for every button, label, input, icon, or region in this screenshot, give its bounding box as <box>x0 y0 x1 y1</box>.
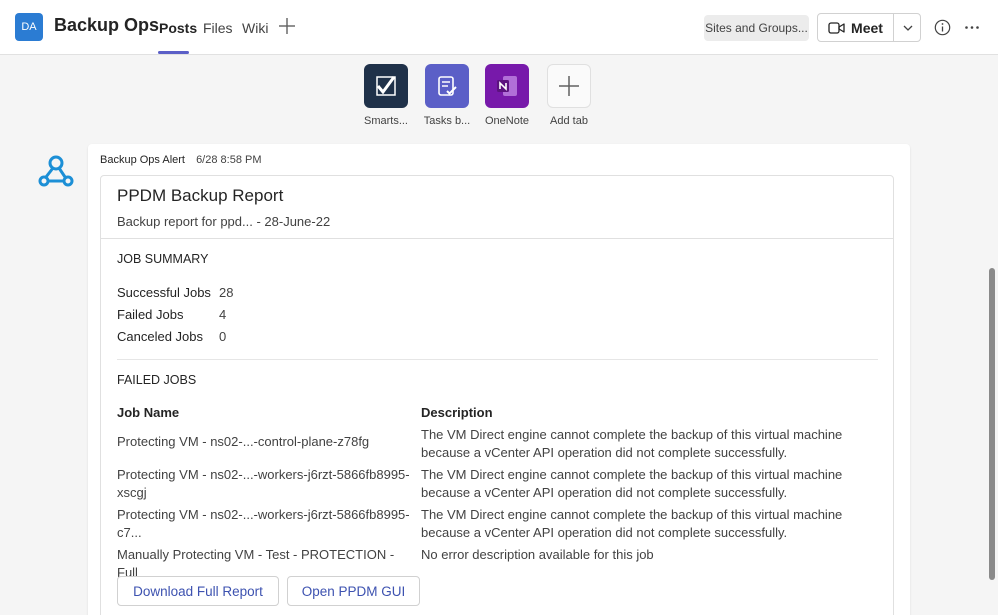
job-summary-heading: JOB SUMMARY <box>117 252 209 266</box>
table-row-job: Protecting VM - ns02-...-workers-j6rzt-5… <box>117 467 410 500</box>
download-full-report-button[interactable]: Download Full Report <box>117 576 279 606</box>
app-smartsheet[interactable]: Smarts... <box>358 64 414 127</box>
info-icon[interactable] <box>934 19 951 36</box>
table-row-job: Protecting VM - ns02-...-control-plane-z… <box>117 434 370 449</box>
smartsheet-icon <box>364 64 408 108</box>
app-header: DA Backup Ops Posts Files Wiki Sites and… <box>0 0 998 55</box>
message-meta: Backup Ops Alert 6/28 8:58 PM <box>100 154 262 166</box>
app-label: OneNote <box>484 115 530 127</box>
tab-wiki[interactable]: Wiki <box>242 20 268 36</box>
tab-files[interactable]: Files <box>203 20 233 36</box>
meet-button[interactable]: Meet <box>818 14 893 41</box>
table-row-description: No error description available for this … <box>421 547 654 562</box>
sites-and-groups-button[interactable]: Sites and Groups... <box>704 15 809 41</box>
column-header-description: Description <box>421 405 493 420</box>
app-tasks[interactable]: Tasks b... <box>419 64 475 127</box>
failed-jobs-heading: FAILED JOBS <box>117 373 197 387</box>
chevron-down-icon <box>903 25 912 31</box>
active-tab-indicator <box>158 51 189 54</box>
meet-button-group: Meet <box>817 13 921 42</box>
team-avatar[interactable]: DA <box>15 13 43 41</box>
summary-label-successful: Successful Jobs <box>117 285 211 300</box>
card-subtitle: Backup report for ppd... - 28-June-22 <box>117 214 331 229</box>
app-onenote[interactable]: OneNote <box>479 64 535 127</box>
app-label: Smarts... <box>363 115 408 127</box>
section-divider <box>117 359 878 360</box>
card-title: PPDM Backup Report <box>117 186 284 205</box>
table-row-job: Protecting VM - ns02-...-workers-j6rzt-5… <box>117 507 410 540</box>
more-options-icon[interactable] <box>964 19 980 36</box>
scrollbar-thumb[interactable] <box>989 268 995 580</box>
app-label: Add tab <box>550 115 588 127</box>
message-sender[interactable]: Backup Ops Alert <box>100 154 185 166</box>
summary-label-canceled: Canceled Jobs <box>117 329 203 344</box>
meet-options-button[interactable] <box>894 14 921 41</box>
table-row-description: The VM Direct engine cannot complete the… <box>421 507 843 540</box>
app-add-tab[interactable]: Add tab <box>541 64 597 127</box>
video-camera-icon <box>828 21 845 34</box>
plus-icon <box>547 64 591 108</box>
column-header-job-name: Job Name <box>117 405 180 420</box>
summary-value-failed: 4 <box>219 307 227 322</box>
open-ppdm-gui-button[interactable]: Open PPDM GUI <box>287 576 420 606</box>
table-row-description: The VM Direct engine cannot complete the… <box>421 427 843 460</box>
adaptive-card: PPDM Backup Report Backup report for ppd… <box>100 175 894 615</box>
tasks-icon <box>425 64 469 108</box>
onenote-icon <box>485 64 529 108</box>
meet-label: Meet <box>851 19 883 36</box>
summary-value-canceled: 0 <box>219 329 227 344</box>
tab-posts[interactable]: Posts <box>159 20 197 36</box>
summary-value-successful: 28 <box>219 285 234 300</box>
app-label: Tasks b... <box>423 115 471 127</box>
webhook-bot-icon <box>38 155 74 187</box>
card-divider <box>101 238 893 239</box>
message-timestamp: 6/28 8:58 PM <box>196 154 262 166</box>
team-name: Backup Ops <box>54 15 160 35</box>
message-post: Backup Ops Alert 6/28 8:58 PM PPDM Backu… <box>88 144 910 615</box>
plus-icon[interactable] <box>278 15 296 37</box>
summary-label-failed: Failed Jobs <box>117 307 184 322</box>
table-row-description: The VM Direct engine cannot complete the… <box>421 467 843 500</box>
